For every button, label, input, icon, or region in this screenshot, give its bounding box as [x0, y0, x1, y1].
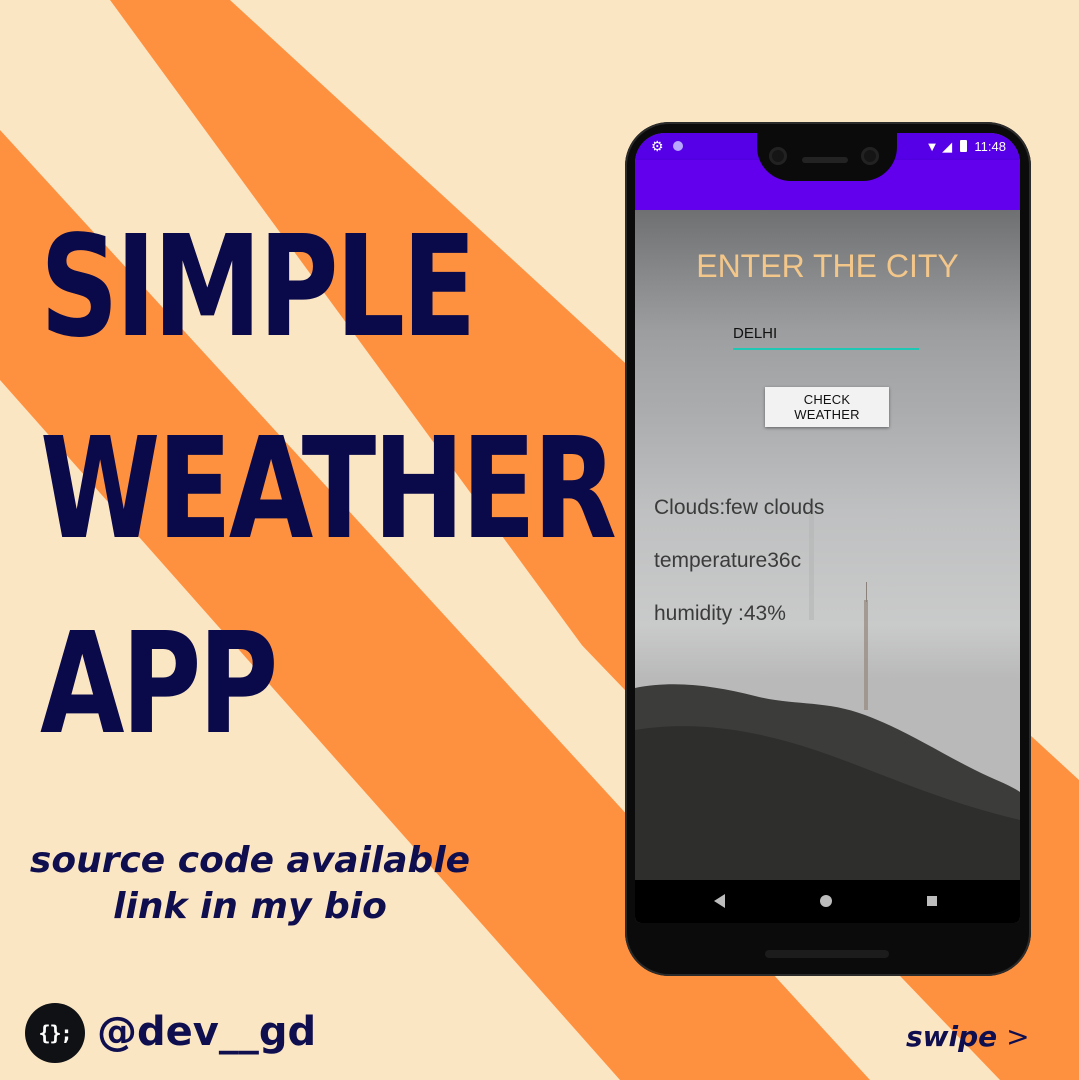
bottom-speaker-grille [765, 950, 889, 958]
swipe-word: swipe [906, 1020, 998, 1053]
humidity-text: humidity :43% [654, 602, 786, 625]
user-handle: @dev__gd [97, 1009, 317, 1055]
phone-screen: ⚙ ▼ ◢ 11:48 ENTER THE CITY DELHI CHECK W… [635, 133, 1020, 923]
home-icon[interactable] [820, 895, 832, 907]
battery-icon [959, 140, 967, 152]
recents-icon[interactable] [927, 896, 937, 906]
city-input[interactable] [733, 320, 919, 350]
headline-line-2: WEATHER [40, 408, 617, 571]
status-time: 11:48 [974, 139, 1006, 154]
status-right: ▼ ◢ 11:48 [926, 139, 1006, 155]
swipe-arrow: > [1006, 1020, 1030, 1053]
app-content: ENTER THE CITY CHECK WEATHER Clouds:few … [635, 210, 1020, 880]
back-icon[interactable] [714, 894, 725, 908]
swipe-hint: swipe > [906, 1020, 1030, 1053]
source-code-text: source code available [29, 840, 471, 881]
clouds-text: Clouds:few clouds [654, 496, 825, 519]
front-camera-icon [769, 147, 787, 165]
signal-icon: ◢ [942, 139, 953, 154]
gear-icon: ⚙ [651, 138, 664, 154]
wifi-icon: ▼ [925, 139, 939, 154]
navigation-bar [635, 880, 1020, 923]
avatar-text: {}; [38, 1021, 72, 1045]
circle-icon [673, 141, 684, 151]
headline-line-3: APP [40, 603, 278, 766]
headline-line-1: SIMPLE [40, 206, 477, 369]
enter-city-title: ENTER THE CITY [696, 248, 959, 284]
bio-link-text: link in my bio [113, 886, 387, 927]
check-weather-button[interactable]: CHECK WEATHER [765, 387, 889, 427]
earpiece-speaker [802, 157, 848, 163]
avatar: {}; [25, 1003, 85, 1063]
temperature-text: temperature36c [654, 549, 802, 572]
status-left-icons: ⚙ [651, 138, 684, 155]
background-photo [635, 210, 1020, 880]
camera-notch [757, 133, 897, 181]
sensor-icon [861, 147, 879, 165]
